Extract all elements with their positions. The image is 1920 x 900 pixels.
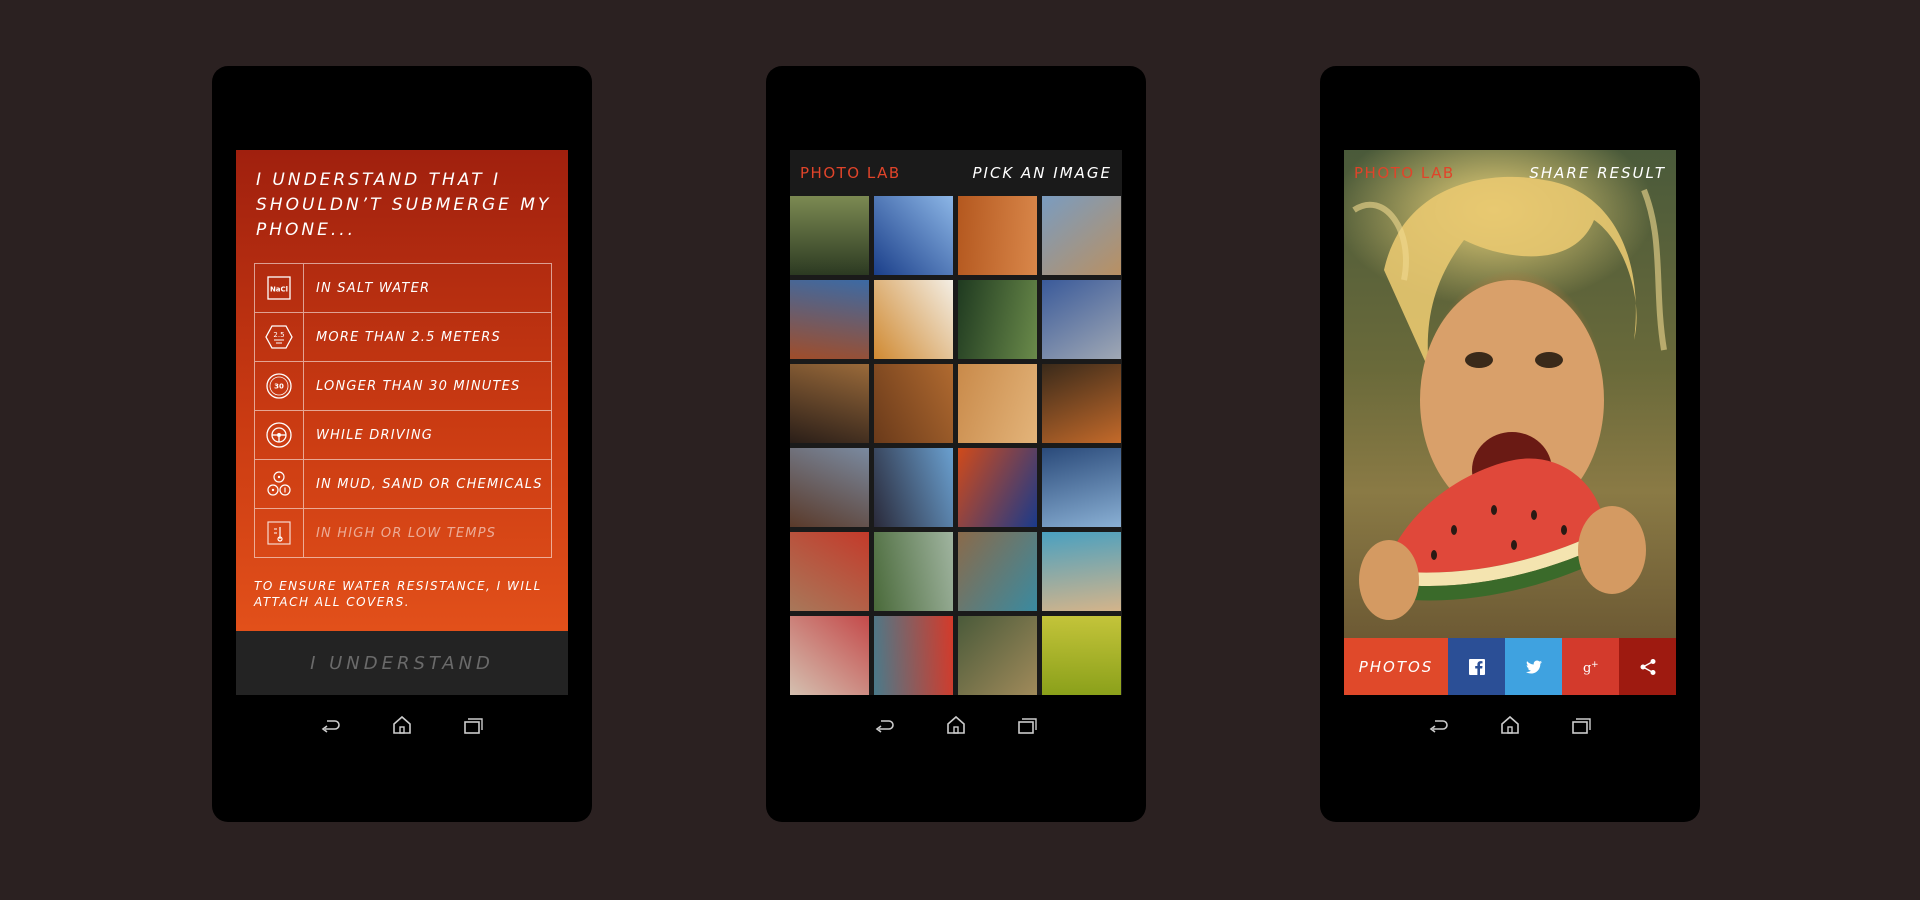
temperature-icon [255, 509, 304, 557]
phone-water-warning: I UNDERSTAND THAT I SHOULDN’T SUBMERGE M… [212, 66, 592, 822]
recent-apps-icon[interactable] [1011, 709, 1043, 741]
timer-icon: 30 [255, 362, 304, 410]
warning-title: I UNDERSTAND THAT I SHOULDN’T SUBMERGE M… [256, 170, 552, 240]
navigation-bar [236, 695, 568, 755]
app-header: PHOTO LAB SHARE RESULT [1344, 150, 1676, 196]
screen-share-result: PHOTO LAB SHARE RESULT PHOTOS g + [1344, 150, 1676, 695]
thumbnail-mother-child[interactable] [874, 448, 953, 527]
warning-footer: TO ENSURE WATER RESISTANCE, I WILL ATTAC… [254, 579, 542, 609]
rule-chemicals: IN MUD, SAND OR CHEMICALS [255, 460, 551, 509]
back-icon[interactable] [1423, 709, 1455, 741]
svg-text:30: 30 [274, 383, 284, 391]
thumbnail-duck[interactable] [874, 364, 953, 443]
rule-label: IN HIGH OR LOW TEMPS [316, 525, 497, 541]
rule-label: IN SALT WATER [316, 280, 431, 296]
phone-share-result: PHOTO LAB SHARE RESULT PHOTOS g + [1320, 66, 1700, 822]
thumbnail-glass-building[interactable] [874, 196, 953, 275]
thumbnail-letter-frame[interactable] [874, 280, 953, 359]
share-bar: PHOTOS g + [1344, 638, 1676, 695]
facebook-icon[interactable] [1448, 638, 1505, 695]
nacl-icon: NaCl [255, 264, 304, 312]
result-photo [1344, 150, 1676, 638]
thumbnail-child-watermelon[interactable] [958, 364, 1037, 443]
app-header: PHOTO LAB PICK AN IMAGE [790, 150, 1122, 196]
home-icon[interactable] [1494, 709, 1526, 741]
rule-label: LONGER THAN 30 MINUTES [316, 378, 521, 394]
thumbnail-river-city[interactable] [1042, 448, 1121, 527]
thumbnail-tree-canopy[interactable] [958, 280, 1037, 359]
recent-apps-icon[interactable] [457, 709, 489, 741]
rule-salt-water: NaCl IN SALT WATER [255, 264, 551, 313]
warning-panel: I UNDERSTAND THAT I SHOULDN’T SUBMERGE M… [236, 150, 568, 631]
twitter-icon[interactable] [1505, 638, 1562, 695]
result-photo-illustration [1352, 176, 1667, 620]
rule-label: WHILE DRIVING [316, 427, 434, 443]
thumbnail-graffiti[interactable] [790, 532, 869, 611]
share-result-action[interactable]: SHARE RESULT [1529, 164, 1666, 182]
screen-pick-image: PHOTO LAB PICK AN IMAGE [790, 150, 1122, 695]
pick-image-action[interactable]: PICK AN IMAGE [972, 164, 1112, 182]
thumbnail-crowd[interactable] [958, 616, 1037, 695]
app-brand: PHOTO LAB [800, 164, 901, 182]
steering-wheel-icon [255, 411, 304, 459]
phone-pick-image: PHOTO LAB PICK AN IMAGE [766, 66, 1146, 822]
navigation-bar [1344, 695, 1676, 755]
rule-temperature: IN HIGH OR LOW TEMPS [255, 509, 551, 557]
back-icon[interactable] [869, 709, 901, 741]
thumbnail-statue-sky[interactable] [1042, 280, 1121, 359]
svg-text:+: + [1591, 660, 1599, 670]
thumbnail-guitar[interactable] [790, 364, 869, 443]
rule-duration: 30 LONGER THAN 30 MINUTES [255, 362, 551, 411]
image-grid [790, 196, 1122, 695]
thumbnail-woman-child[interactable] [790, 616, 869, 695]
thumbnail-old-building[interactable] [790, 448, 869, 527]
thumbnail-stone-arch[interactable] [958, 532, 1037, 611]
thumbnail-boat-beach[interactable] [1042, 532, 1121, 611]
svg-text:NaCl: NaCl [270, 286, 288, 294]
thumbnail-scooter[interactable] [874, 616, 953, 695]
thumbnail-landscape[interactable] [874, 532, 953, 611]
thumbnail-reflection[interactable] [958, 448, 1037, 527]
svg-text:2.5: 2.5 [273, 331, 284, 339]
chemicals-icon [255, 460, 304, 508]
home-icon[interactable] [940, 709, 972, 741]
recent-apps-icon[interactable] [1565, 709, 1597, 741]
home-icon[interactable] [386, 709, 418, 741]
screen-water-warning: I UNDERSTAND THAT I SHOULDN’T SUBMERGE M… [236, 150, 568, 695]
thumbnail-vintage-car[interactable] [1042, 364, 1121, 443]
app-brand: PHOTO LAB [1354, 164, 1455, 182]
share-icon[interactable] [1619, 638, 1676, 695]
back-icon[interactable] [315, 709, 347, 741]
rules-list: NaCl IN SALT WATER 2.5 MORE THAN 2.5 MET… [254, 263, 552, 558]
thumbnail-green-wall[interactable] [1042, 616, 1121, 695]
rule-driving: WHILE DRIVING [255, 411, 551, 460]
rule-label: IN MUD, SAND OR CHEMICALS [316, 476, 543, 492]
depth-icon: 2.5 [255, 313, 304, 361]
i-understand-button[interactable]: I UNDERSTAND [236, 631, 568, 695]
google-plus-icon[interactable]: g + [1562, 638, 1619, 695]
navigation-bar [790, 695, 1122, 755]
thumbnail-statue-beach[interactable] [1042, 196, 1121, 275]
thumbnail-forest[interactable] [790, 196, 869, 275]
thumbnail-sneakers[interactable] [790, 280, 869, 359]
photos-button[interactable]: PHOTOS [1344, 638, 1448, 695]
thumbnail-desert[interactable] [958, 196, 1037, 275]
rule-label: MORE THAN 2.5 METERS [316, 329, 501, 345]
rule-depth: 2.5 MORE THAN 2.5 METERS [255, 313, 551, 362]
